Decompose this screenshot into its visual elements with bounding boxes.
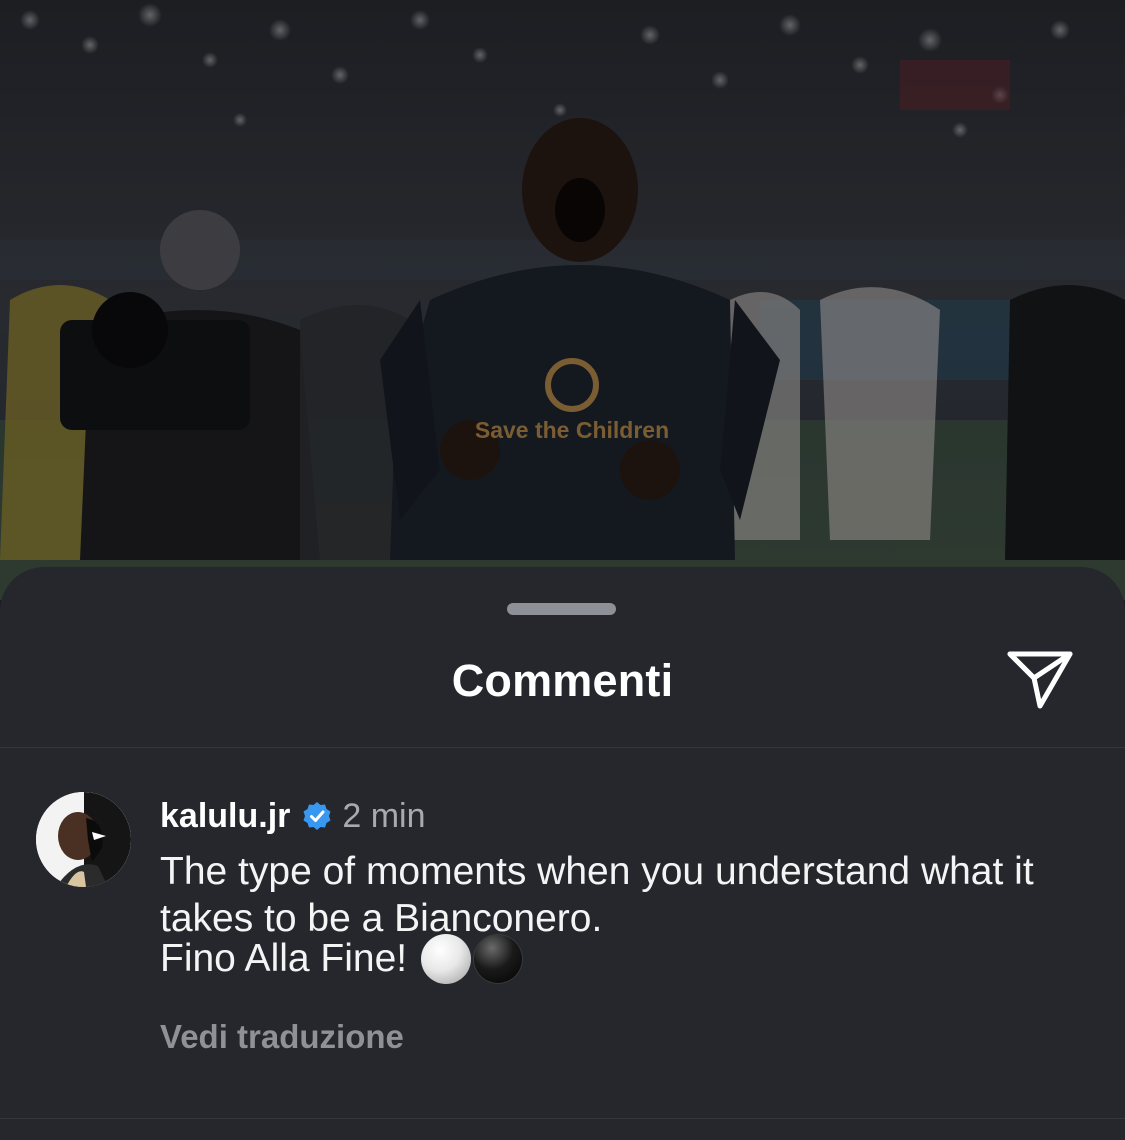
avatar-illustration <box>36 792 131 887</box>
comment-divider <box>0 1118 1125 1119</box>
share-button[interactable] <box>1000 643 1080 715</box>
photo-overlay <box>0 0 1125 600</box>
comment-timestamp: 2 min <box>342 796 426 835</box>
comment-header: kalulu.jr 2 min <box>160 794 426 838</box>
screen: Save the Children Commenti kalulu.jr 2 m… <box>0 0 1125 1140</box>
user-avatar[interactable] <box>36 792 131 887</box>
sheet-title: Commenti <box>451 655 674 706</box>
comment-text-line2: Fino Alla Fine! <box>160 931 524 987</box>
comment-username[interactable]: kalulu.jr <box>160 797 290 836</box>
sheet-drag-handle[interactable] <box>507 603 616 615</box>
post-background-photo: Save the Children <box>0 0 1125 600</box>
comment-item: kalulu.jr 2 min The type of moments when… <box>0 748 1125 1118</box>
black-circle-emoji <box>473 934 524 984</box>
comment-text-closing: Fino Alla Fine! <box>160 937 408 980</box>
send-icon <box>1007 651 1073 709</box>
comments-sheet: Commenti kalulu.jr 2 min The type of mom… <box>0 567 1125 1140</box>
verified-badge-icon <box>302 801 332 831</box>
white-circle-emoji <box>421 934 472 984</box>
see-translation-link[interactable]: Vedi traduzione <box>160 1018 404 1056</box>
comment-text: The type of moments when you understand … <box>160 850 1034 940</box>
